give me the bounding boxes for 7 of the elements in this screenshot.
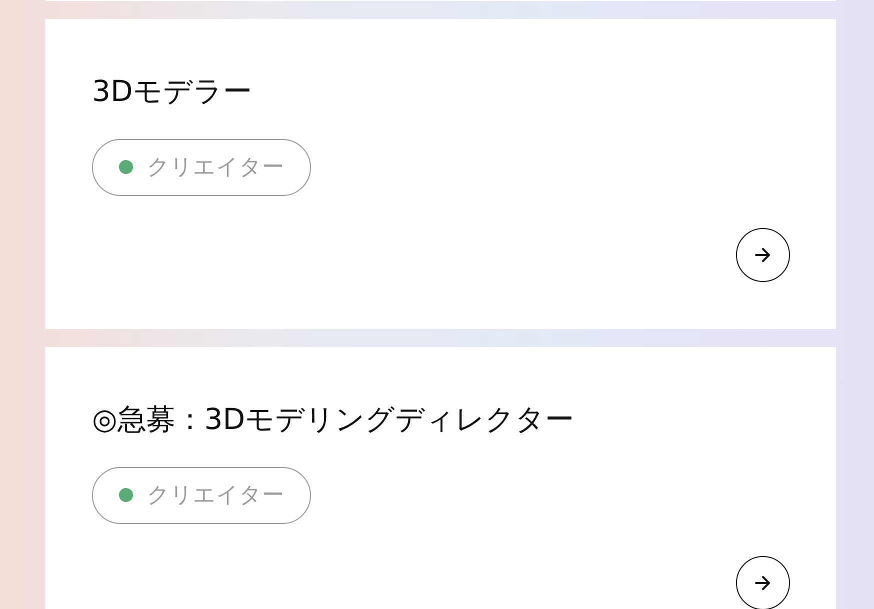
arrow-button[interactable] — [736, 556, 790, 609]
job-card[interactable]: 3Dモデラー クリエイター — [45, 19, 836, 329]
job-title: ◎急募：3Dモデリングディレクター — [92, 402, 576, 437]
job-title: 3Dモデラー — [92, 74, 253, 109]
job-card[interactable]: ◎急募：3Dモデリングディレクター クリエイター — [45, 347, 836, 609]
tag-label: クリエイター — [147, 154, 284, 182]
tag-label: クリエイター — [147, 482, 284, 510]
